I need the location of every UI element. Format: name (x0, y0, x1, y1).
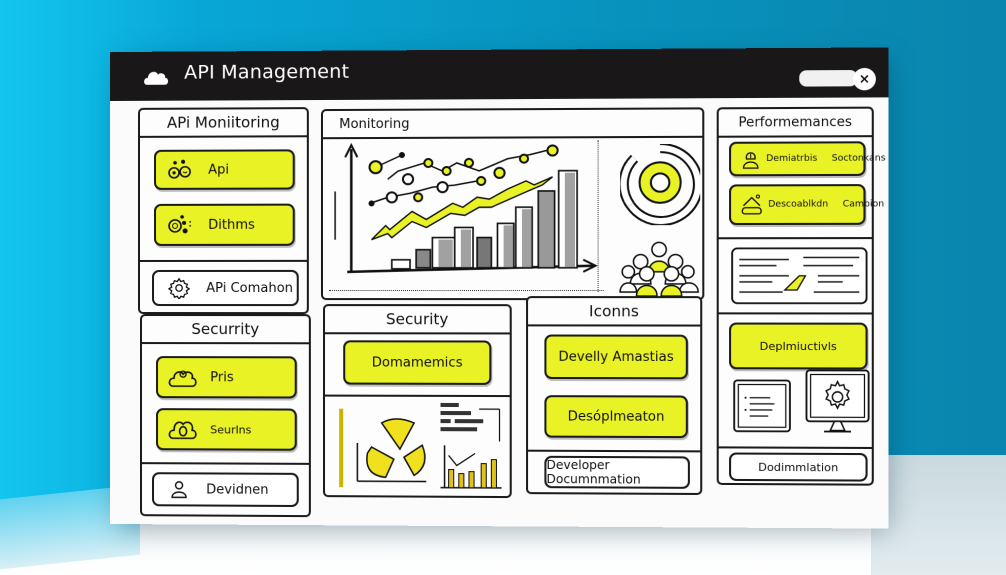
monitor-gear-icon (805, 369, 869, 436)
domamemics-label: Domamemics (371, 354, 463, 371)
demiatrbis-label: Demiatrbis (766, 153, 818, 165)
security-panel: Security Domamemics (322, 304, 512, 499)
descoablkdn-label: Descoablkdn (768, 199, 829, 210)
cambion-label: Cambion (842, 199, 885, 210)
titlebar-search-input[interactable] (799, 70, 858, 87)
monitoring-panel: Monitoring (320, 107, 705, 301)
pris-button-label: Pris (210, 369, 234, 385)
text-document-icon (731, 247, 867, 304)
api-comahon-label: APi Comahon (206, 280, 294, 296)
settings-cluster-icon (166, 214, 196, 236)
api-monitoring-panel: APi Moniitoring Api Dithms APi Comahon (138, 107, 309, 315)
desoplmeaton-label: Desóplmeaton (567, 408, 665, 425)
gear-icon (164, 277, 194, 300)
dithms-button[interactable]: Dithms (154, 203, 295, 246)
pie-chart-icon (331, 403, 432, 496)
gears-cluster-icon (166, 159, 196, 181)
cloud-user-icon (168, 366, 198, 388)
monitoring-header: Monitoring (322, 109, 703, 140)
bar-line-chart-icon (327, 140, 602, 282)
cloud-icon (142, 66, 170, 86)
api-monitoring-divider (138, 259, 309, 262)
pris-button[interactable]: Pris (156, 356, 297, 399)
developer-documentation-label: Developer Documnmation (546, 457, 641, 487)
descoablkdn-button[interactable]: Descoablkdn Cambion (729, 184, 884, 226)
deplmiuctivls-label: Deplmiuctivls (759, 339, 837, 353)
seurlns-button[interactable]: Seurlns (156, 408, 297, 451)
desoplmeaton-button[interactable]: Desóplmeaton (544, 395, 688, 439)
api-button[interactable]: Api (154, 149, 295, 190)
security-header: Security (325, 306, 510, 335)
list-window-icon (733, 379, 791, 432)
donut-chart-icon (620, 144, 700, 225)
icons-divider (526, 449, 703, 453)
user-badge-icon (741, 148, 760, 170)
dodimmlation-label: Dodimmlation (758, 460, 839, 474)
domamemics-button[interactable]: Domamemics (343, 340, 492, 385)
deplmiuctivls-button[interactable]: Deplmiuctivls (729, 322, 868, 370)
user-icon (164, 478, 194, 500)
demiatrbis-button[interactable]: Demiatrbis Soctonkans (729, 141, 886, 177)
develly-amastias-label: Develly Amastias (558, 349, 674, 365)
dithms-button-label: Dithms (208, 217, 255, 233)
performance-header: Performemances (718, 108, 872, 138)
mini-bar-chart-icon (438, 399, 503, 496)
api-button-label: Api (208, 162, 230, 178)
developer-documentation-button[interactable]: Developer Documnmation (544, 455, 690, 489)
performance-divider-3 (716, 446, 874, 450)
icons-panel: Iconns Develly Amastias Desóplmeaton Dev… (526, 296, 703, 496)
seurlns-button-label: Seurlns (210, 422, 252, 437)
devidnen-label: Devidnen (206, 481, 269, 498)
performance-panel: Performemances Demiatrbis Soctonkans Des… (716, 106, 886, 486)
devidnen-button[interactable]: Devidnen (152, 472, 299, 508)
app-window: API Management × APi Moniitoring Api Dit… (110, 47, 889, 529)
close-button[interactable]: × (853, 67, 876, 91)
close-icon: × (858, 71, 871, 87)
user-group-icon (618, 239, 700, 296)
performance-divider-2 (716, 312, 874, 315)
monitoring-dotted-divider (329, 290, 604, 292)
left-security-panel: Securrity Pris Seurlns Devidnen (140, 314, 311, 518)
left-security-header: Securrity (142, 316, 309, 345)
floor-surface-right (871, 455, 1006, 575)
api-comahon-button[interactable]: APi Comahon (152, 269, 299, 307)
icons-header: Iconns (528, 298, 701, 327)
cloud-lock-icon (168, 418, 198, 440)
app-title: API Management (184, 60, 350, 84)
api-monitoring-header: APi Moniitoring (140, 109, 307, 138)
title-bar: API Management × (110, 47, 889, 101)
soctonkans-label: Soctonkans (831, 153, 886, 164)
cloud-house-icon (741, 193, 762, 215)
performance-divider-1 (716, 237, 874, 240)
dodimmlation-button[interactable]: Dodimmlation (729, 452, 868, 482)
left-security-divider (140, 462, 311, 465)
develly-amastias-button[interactable]: Develly Amastias (544, 334, 688, 380)
security-divider (322, 394, 512, 398)
chart-guide-line (597, 140, 600, 293)
